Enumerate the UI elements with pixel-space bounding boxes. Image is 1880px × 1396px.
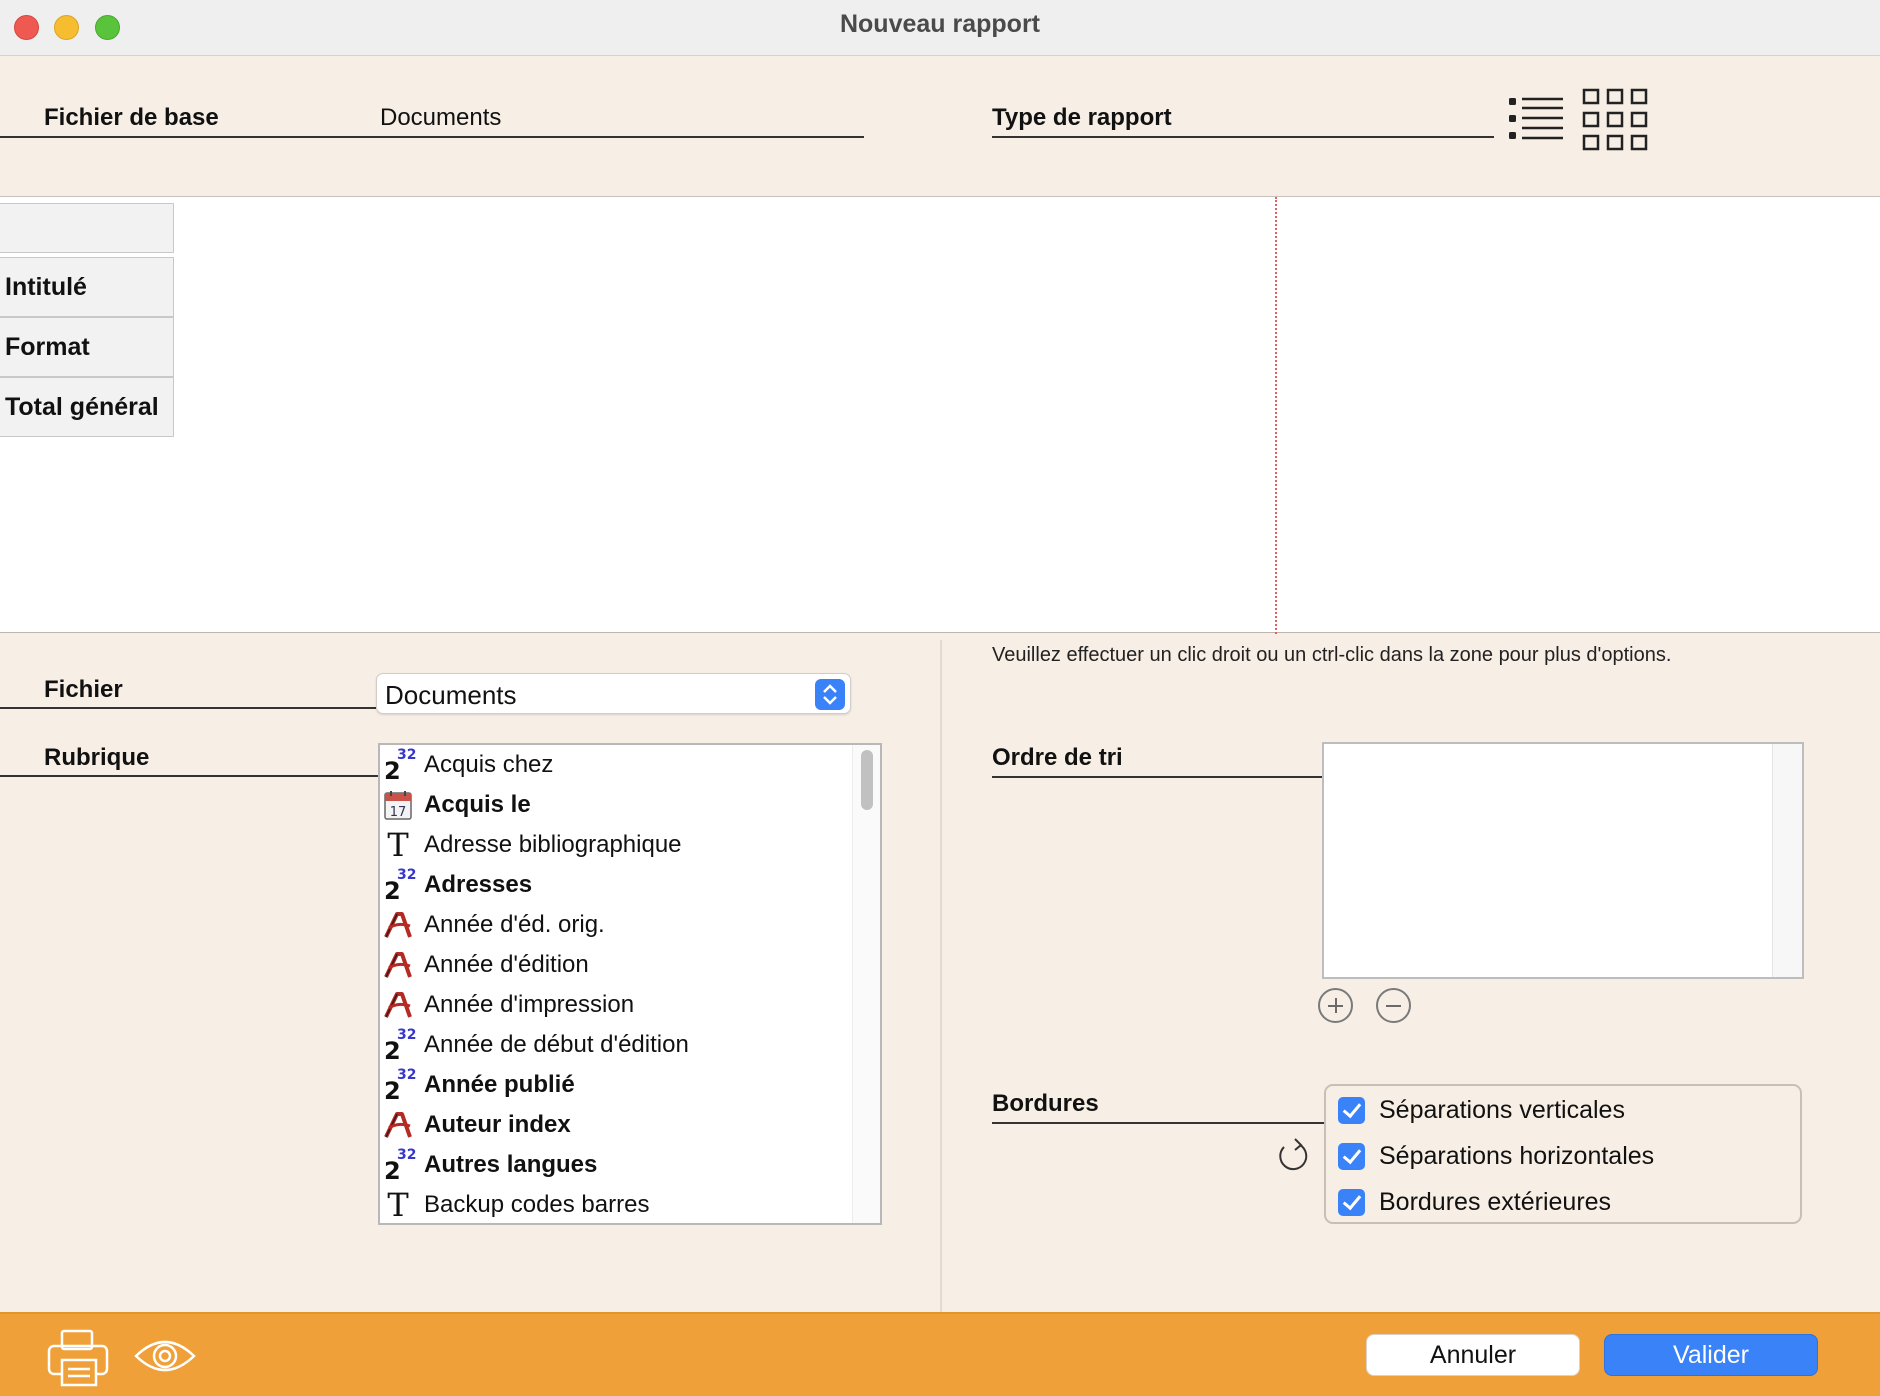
field-list-item[interactable]: Année d'éd. orig. bbox=[380, 905, 850, 945]
row-header-empty bbox=[0, 203, 174, 253]
panel-divider bbox=[940, 640, 942, 1312]
page-margin-guide bbox=[1275, 197, 1277, 634]
field-list-item[interactable]: 2 32 Acquis chez bbox=[380, 745, 850, 785]
field-list-item[interactable]: 17 Acquis le bbox=[380, 785, 850, 825]
alpha-icon bbox=[383, 1109, 413, 1141]
outer-borders-option[interactable]: Bordures extérieures bbox=[1338, 1184, 1611, 1220]
horizontal-separators-option[interactable]: Séparations horizontales bbox=[1338, 1138, 1654, 1174]
field-list-item[interactable]: T Adresse bibliographique bbox=[380, 825, 850, 865]
field-list-item-label: Acquis le bbox=[424, 791, 531, 818]
field-list-item-label: Année de début d'édition bbox=[424, 1031, 689, 1058]
validate-button[interactable]: Valider bbox=[1604, 1334, 1818, 1376]
vertical-separators-option[interactable]: Séparations verticales bbox=[1338, 1092, 1625, 1128]
report-preview-area[interactable]: Intitulé Format Total général bbox=[0, 196, 1880, 634]
alpha-icon bbox=[383, 909, 413, 941]
borders-label: Bordures bbox=[992, 1090, 1099, 1117]
alpha-icon bbox=[383, 989, 413, 1021]
title-bar: Nouveau rapport bbox=[0, 0, 1880, 56]
horizontal-separators-label: Séparations horizontales bbox=[1379, 1141, 1655, 1170]
number-icon: 2 32 bbox=[384, 1067, 417, 1105]
fields-list-scroll-thumb[interactable] bbox=[861, 750, 873, 810]
field-list-item[interactable]: 2 32 Année de début d'édition bbox=[380, 1025, 850, 1065]
report-type-label: Type de rapport bbox=[992, 104, 1172, 131]
field-list-item-label: Année d'impression bbox=[424, 991, 635, 1018]
field-list-item[interactable]: Année d'impression bbox=[380, 985, 850, 1025]
alpha-icon bbox=[383, 949, 413, 981]
context-menu-hint: Veuillez effectuer un clic droit ou un c… bbox=[992, 644, 1672, 666]
sort-order-underline bbox=[992, 776, 1322, 778]
row-header-grand-total: Total général bbox=[0, 377, 174, 437]
refresh-icon[interactable] bbox=[1276, 1136, 1310, 1172]
field-list-item[interactable]: 2 32 Année publié bbox=[380, 1065, 850, 1105]
file-underline bbox=[0, 707, 376, 709]
file-select-value: Documents bbox=[385, 680, 517, 710]
file-select[interactable]: Documents bbox=[376, 673, 851, 714]
field-list-item[interactable]: T Backup codes barres bbox=[380, 1185, 850, 1224]
list-layout-icon[interactable] bbox=[1508, 96, 1564, 142]
cancel-button[interactable]: Annuler bbox=[1366, 1334, 1580, 1376]
number-icon: 2 32 bbox=[384, 1147, 417, 1185]
field-list-item-label: Adresse bibliographique bbox=[424, 831, 682, 858]
field-list-item[interactable]: 2 32 Autres langues bbox=[380, 1145, 850, 1185]
fields-list-scrollbar[interactable] bbox=[852, 745, 880, 1223]
select-stepper-icon bbox=[815, 679, 845, 710]
file-label: Fichier bbox=[44, 676, 123, 703]
add-sort-button[interactable] bbox=[1318, 988, 1353, 1023]
sort-order-scrollbar[interactable] bbox=[1772, 744, 1802, 977]
text-icon: T bbox=[387, 1186, 409, 1224]
fields-label: Rubrique bbox=[44, 744, 150, 771]
sort-order-label: Ordre de tri bbox=[992, 744, 1123, 771]
borders-options: Séparations verticales Séparations horiz… bbox=[1324, 1084, 1802, 1224]
window-title: Nouveau rapport bbox=[839, 10, 1041, 38]
report-type-underline bbox=[992, 136, 1494, 138]
number-icon: 2 32 bbox=[384, 1027, 417, 1065]
field-list-item-label: Autres langues bbox=[424, 1151, 598, 1178]
grid-layout-icon[interactable] bbox=[1582, 88, 1648, 152]
field-list-item-label: Backup codes barres bbox=[424, 1191, 650, 1218]
outer-borders-checkbox[interactable] bbox=[1338, 1188, 1365, 1216]
field-list-item-label: Auteur index bbox=[424, 1111, 571, 1138]
remove-sort-button[interactable] bbox=[1376, 988, 1411, 1023]
base-file-underline bbox=[0, 136, 864, 138]
vertical-separators-checkbox[interactable] bbox=[1338, 1096, 1365, 1124]
sort-order-list[interactable] bbox=[1322, 742, 1804, 979]
field-list-item[interactable]: Année d'édition bbox=[380, 945, 850, 985]
number-icon: 2 32 bbox=[384, 867, 417, 905]
print-icon[interactable] bbox=[46, 1328, 110, 1388]
base-file-value: Documents bbox=[380, 104, 502, 131]
field-list-item-label: Année publié bbox=[424, 1071, 575, 1098]
row-header-title: Intitulé bbox=[0, 257, 174, 317]
field-list-item-label: Année d'édition bbox=[424, 951, 589, 978]
fields-list[interactable]: 2 32 Acquis chez 17 Acquis le T Adresse biblio… bbox=[378, 743, 882, 1225]
preview-eye-icon[interactable] bbox=[134, 1334, 196, 1378]
field-list-item-label: Acquis chez bbox=[424, 751, 554, 778]
base-file-label: Fichier de base bbox=[44, 104, 219, 131]
field-list-item[interactable]: Auteur index bbox=[380, 1105, 850, 1145]
field-list-item-label: Année d'éd. orig. bbox=[424, 911, 605, 938]
row-header-format: Format bbox=[0, 317, 174, 377]
calendar-icon: 17 bbox=[383, 789, 413, 821]
field-list-item[interactable]: 2 32 Adresses bbox=[380, 865, 850, 905]
svg-text:17: 17 bbox=[390, 805, 407, 820]
borders-underline bbox=[992, 1122, 1324, 1124]
vertical-separators-label: Séparations verticales bbox=[1379, 1095, 1625, 1124]
field-list-item-label: Adresses bbox=[424, 871, 533, 898]
outer-borders-label: Bordures extérieures bbox=[1379, 1187, 1612, 1216]
horizontal-separators-checkbox[interactable] bbox=[1338, 1142, 1365, 1170]
footer-bar: Annuler Valider bbox=[0, 1312, 1880, 1396]
fields-underline bbox=[0, 775, 378, 777]
number-icon: 2 32 bbox=[384, 747, 417, 785]
text-icon: T bbox=[387, 826, 409, 864]
